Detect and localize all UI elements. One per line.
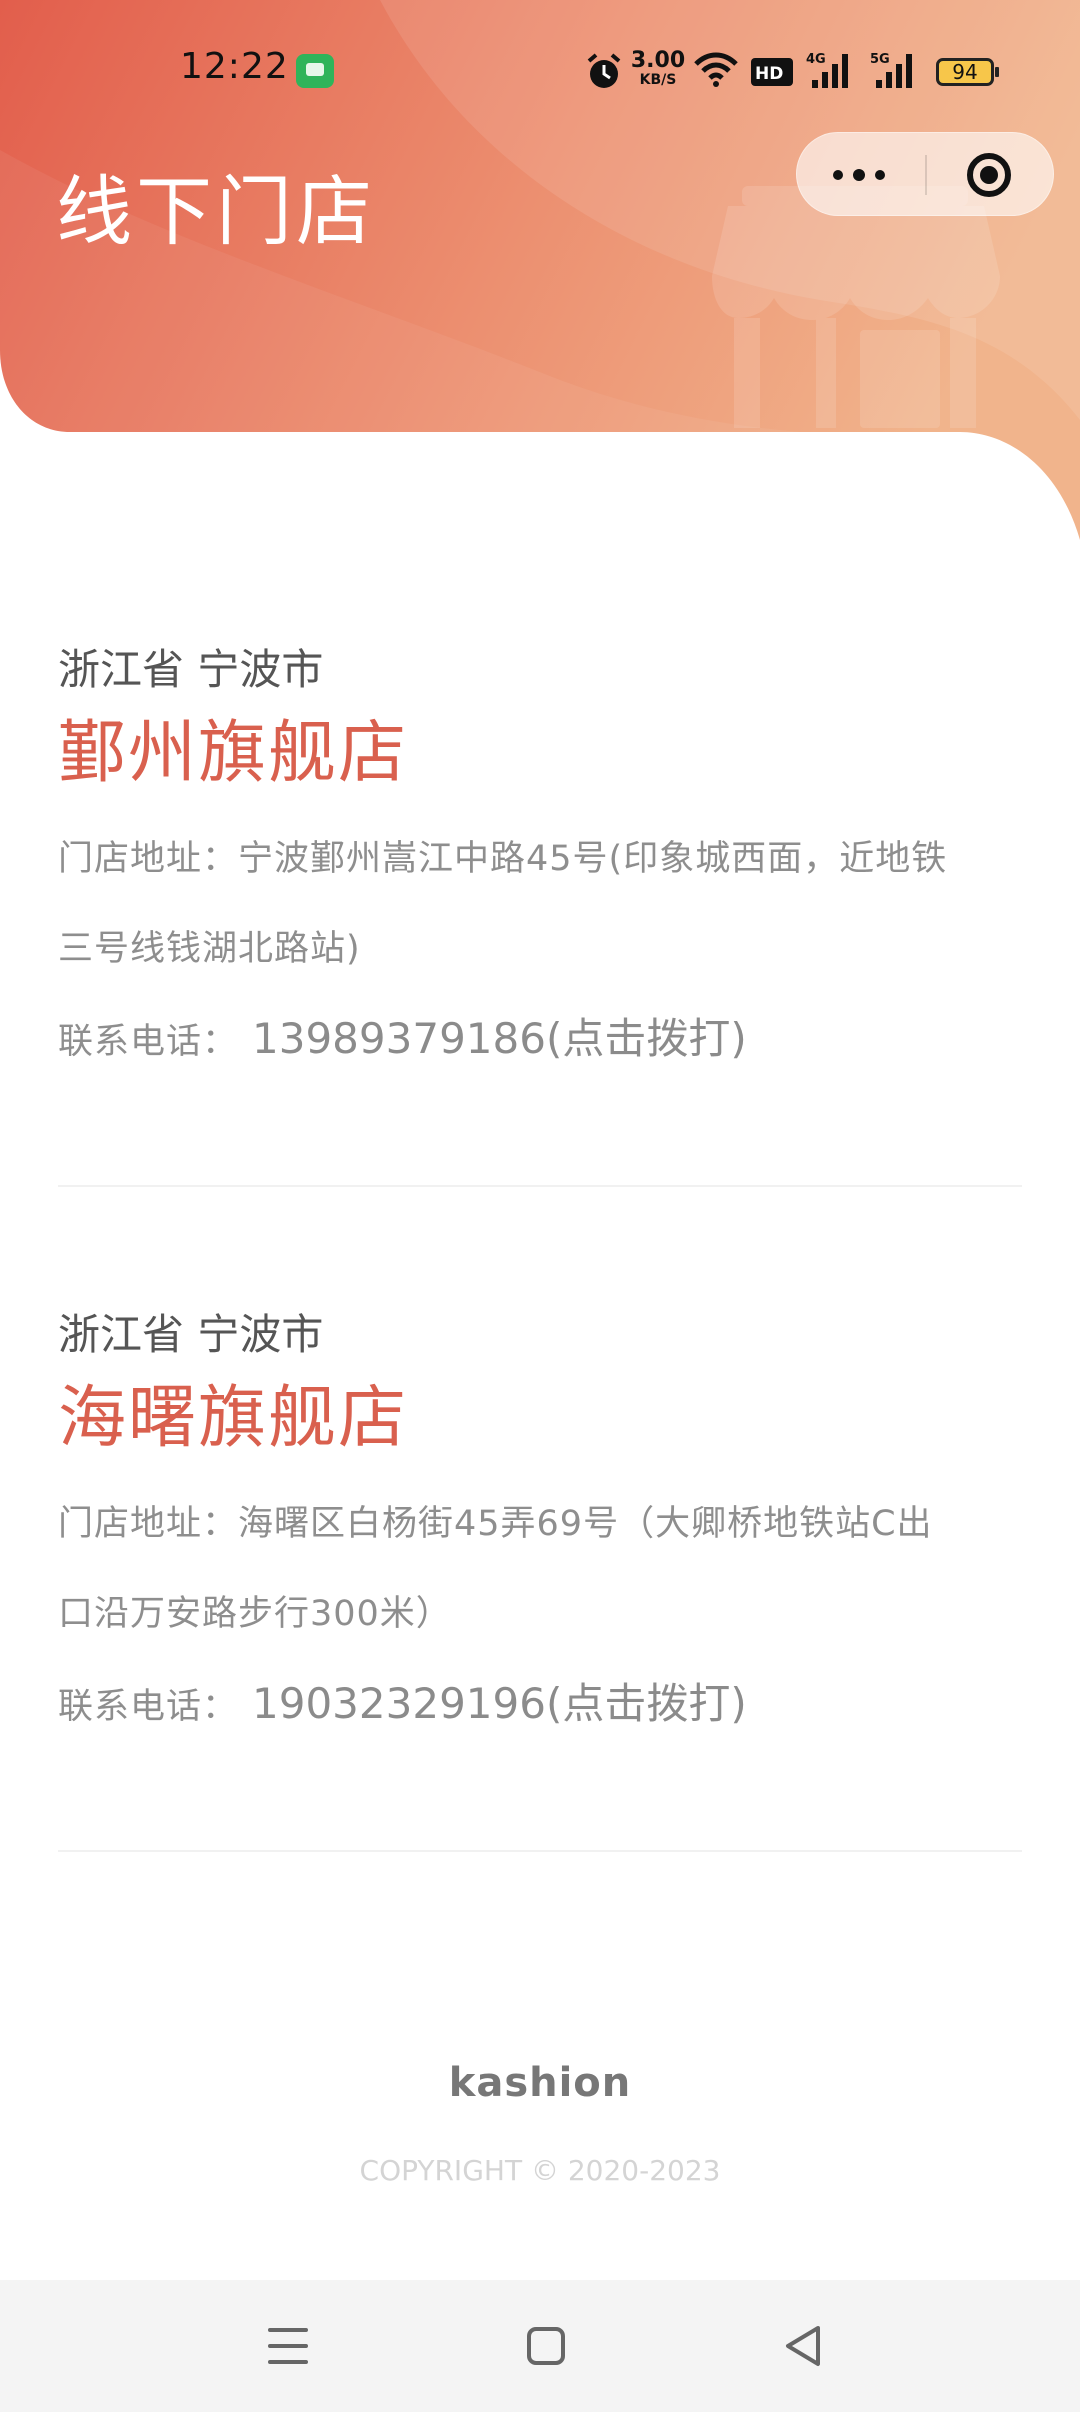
store-address: 门店地址：海曙区白杨街45弄69号（大卿桥地铁站C出 口沿万安路步行300米） [58, 1479, 1022, 1659]
store-address-line: 三号线钱湖北路站) [58, 929, 361, 969]
signal-4g-icon: 4G [806, 52, 848, 88]
copyright-text: COPYRIGHT © 2020-2023 [359, 2154, 721, 2187]
network-speed: 3.00 KB/S [630, 48, 686, 88]
battery-icon: 94 [936, 58, 999, 86]
page: 12:22 3.00 KB/S HD 4G 5G 94 线下门店 浙江省 宁波市… [0, 0, 1080, 2412]
store-address: 门店地址：宁波鄞州嵩江中路45号(印象城西面，近地铁 三号线钱湖北路站) [58, 814, 1022, 994]
store-phone-row: 联系电话： 13989379186(点击拨打) [58, 994, 1022, 1087]
system-nav-bar [0, 2280, 1080, 2412]
svg-text:HD: HD [755, 64, 783, 84]
battery-level: 94 [952, 60, 978, 84]
store-card: 浙江省 宁波市 鄞州旗舰店 门店地址：宁波鄞州嵩江中路45号(印象城西面，近地铁… [58, 640, 1022, 1187]
store-address-line: 门店地址：海曙区白杨街45弄69号（大卿桥地铁站C出 [58, 1504, 933, 1544]
speed-unit: KB/S [639, 72, 677, 88]
speed-value: 3.00 [630, 48, 686, 73]
brand-logo: kashion [448, 2060, 632, 2106]
store-phone-link[interactable]: 19032329196(点击拨打) [252, 1679, 747, 1728]
more-dots-icon[interactable] [797, 133, 925, 217]
target-close-icon[interactable] [927, 133, 1055, 217]
store-list: 浙江省 宁波市 鄞州旗舰店 门店地址：宁波鄞州嵩江中路45号(印象城西面，近地铁… [58, 640, 1022, 1970]
store-name: 海曙旗舰店 [58, 1379, 409, 1458]
hd-icon: HD [751, 58, 793, 86]
message-icon [296, 54, 334, 88]
mini-program-capsule [796, 132, 1054, 216]
alarm-icon [587, 53, 621, 88]
menu-icon[interactable] [248, 2306, 328, 2386]
back-triangle-icon[interactable] [764, 2306, 844, 2386]
store-address-line: 口沿万安路步行300米） [58, 1594, 452, 1634]
store-phone-label: 联系电话： [58, 1687, 239, 1727]
store-region: 浙江省 宁波市 [58, 645, 324, 694]
page-title: 线下门店 [56, 167, 376, 256]
store-phone-link[interactable]: 13989379186(点击拨打) [252, 1014, 747, 1063]
store-name: 鄞州旗舰店 [58, 714, 409, 793]
store-phone-row: 联系电话： 19032329196(点击拨打) [58, 1659, 1022, 1752]
signal-5g-icon: 5G [870, 52, 912, 88]
svg-text:4G: 4G [806, 52, 826, 67]
status-bar: 12:22 3.00 KB/S HD 4G 5G 94 [0, 40, 1080, 104]
status-time: 12:22 [180, 46, 289, 87]
store-region: 浙江省 宁波市 [58, 1310, 324, 1359]
store-card: 浙江省 宁波市 海曙旗舰店 门店地址：海曙区白杨街45弄69号（大卿桥地铁站C出… [58, 1305, 1022, 1852]
home-square-icon[interactable] [506, 2306, 586, 2386]
svg-text:5G: 5G [870, 52, 890, 67]
store-address-line: 门店地址：宁波鄞州嵩江中路45号(印象城西面，近地铁 [58, 839, 948, 879]
store-phone-label: 联系电话： [58, 1022, 239, 1062]
header-banner: 12:22 3.00 KB/S HD 4G 5G 94 线下门店 [0, 0, 1080, 540]
wifi-icon [694, 52, 738, 87]
